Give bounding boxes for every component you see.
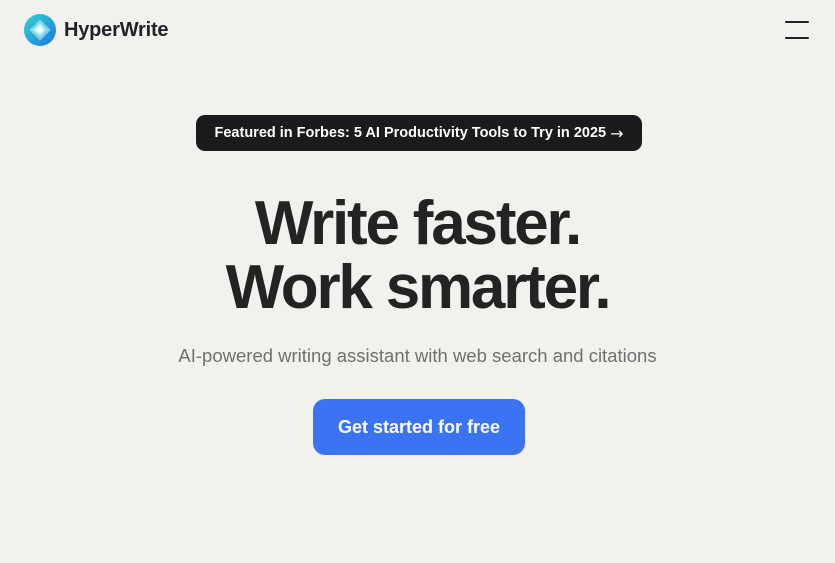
home-logo-link[interactable]: HyperWrite	[24, 14, 169, 46]
headline-line-1: Write faster.	[254, 189, 582, 258]
arrow-right-icon: →	[610, 123, 624, 143]
menu-line-top	[785, 21, 809, 23]
hero-headline: Write faster. Work smarter.	[0, 192, 835, 320]
hero-subtitle: AI-powered writing assistant with web se…	[178, 345, 657, 366]
get-started-button[interactable]: Get started for free	[313, 399, 525, 455]
hyperwrite-logo-icon	[24, 14, 56, 46]
top-navigation-bar: HyperWrite	[0, 0, 835, 60]
badge-text: Featured in Forbes: 5 AI Productivity To…	[214, 125, 607, 141]
forbes-feature-badge-link[interactable]: Featured in Forbes: 5 AI Productivity To…	[196, 115, 642, 151]
hamburger-menu-icon[interactable]	[780, 16, 814, 44]
brand-name: HyperWrite	[64, 18, 169, 41]
menu-line-bottom	[785, 37, 809, 39]
headline-line-2: Work smarter.	[225, 253, 612, 322]
